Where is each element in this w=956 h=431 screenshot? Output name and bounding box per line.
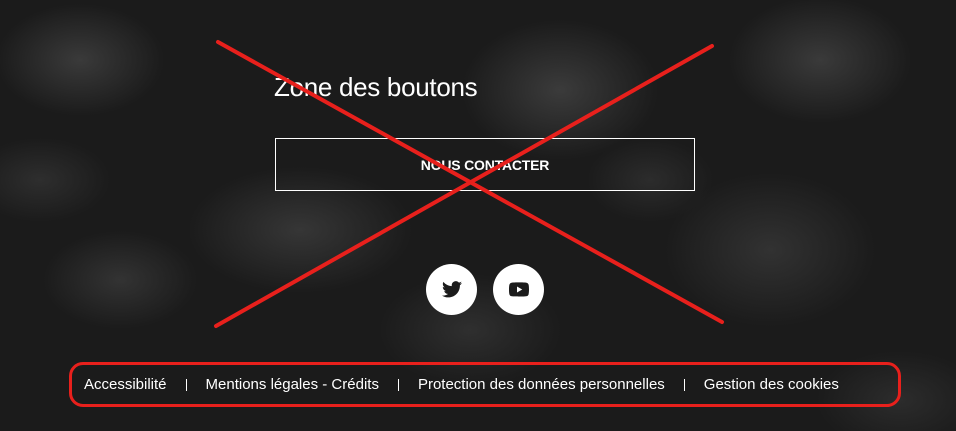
footer-link-legal-notices[interactable]: Mentions légales - Crédits: [206, 376, 379, 393]
footer-separator: [683, 378, 685, 391]
twitter-icon: [441, 281, 462, 298]
youtube-link[interactable]: [493, 264, 544, 315]
twitter-link[interactable]: [426, 264, 477, 315]
contact-button[interactable]: NOUS CONTACTER: [275, 138, 695, 191]
footer-separator: [397, 378, 399, 391]
footer-link-cookies[interactable]: Gestion des cookies: [704, 376, 839, 393]
footer-link-accessibility[interactable]: Accessibilité: [84, 376, 167, 393]
footer-links-bar: Accessibilité Mentions légales - Crédits…: [69, 362, 901, 407]
footer-separator: [185, 378, 187, 391]
footer-link-data-protection[interactable]: Protection des données personnelles: [418, 376, 665, 393]
section-title: Zone des boutons: [274, 72, 478, 102]
youtube-icon: [508, 282, 529, 297]
